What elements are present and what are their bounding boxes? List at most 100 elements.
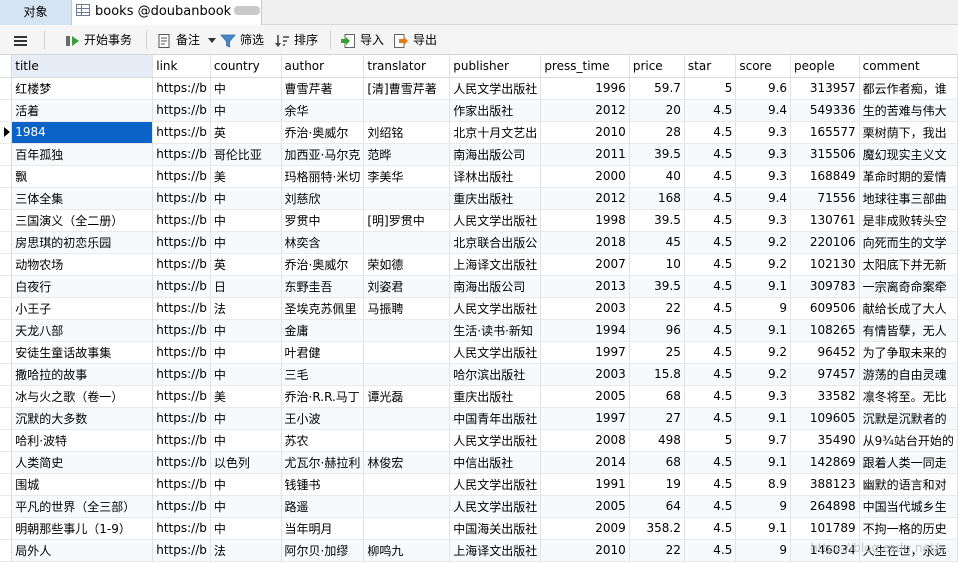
cell-score[interactable]: 9: [735, 495, 792, 518]
cell-publisher[interactable]: 中国青年出版社: [449, 407, 542, 430]
cell-star[interactable]: 4.5: [684, 385, 737, 408]
cell-publisher[interactable]: 中信出版社: [449, 451, 542, 474]
row-marker[interactable]: [0, 319, 13, 342]
cell-comment[interactable]: 从9¾站台开始的: [859, 429, 958, 452]
cell-press_time[interactable]: 2011: [540, 143, 630, 166]
cell-star[interactable]: 4.5: [684, 121, 737, 144]
row-marker[interactable]: [0, 297, 13, 320]
cell-star[interactable]: 4.5: [684, 253, 737, 276]
cell-title[interactable]: 冰与火之歌（卷一）: [11, 385, 154, 408]
cell-link[interactable]: https://b: [152, 363, 211, 386]
cell-link[interactable]: https://b: [152, 407, 211, 430]
cell-translator[interactable]: 刘姿君: [363, 275, 451, 298]
cell-price[interactable]: 25: [629, 341, 685, 364]
column-header[interactable]: people: [790, 55, 860, 78]
cell-star[interactable]: 4.5: [684, 143, 737, 166]
cell-translator[interactable]: [363, 363, 451, 386]
cell-link[interactable]: https://b: [152, 77, 211, 100]
row-marker[interactable]: [0, 209, 13, 232]
cell-score[interactable]: 9.6: [735, 77, 792, 100]
row-marker[interactable]: [0, 473, 13, 496]
cell-author[interactable]: 阿尔贝·加缪: [281, 539, 365, 562]
cell-link[interactable]: https://b: [152, 165, 211, 188]
cell-translator[interactable]: 谭光磊: [363, 385, 451, 408]
column-header[interactable]: star: [684, 55, 737, 78]
cell-price[interactable]: 28: [629, 121, 685, 144]
cell-price[interactable]: 45: [629, 231, 685, 254]
column-header[interactable]: title: [11, 55, 154, 78]
cell-publisher[interactable]: 上海译文出版社: [449, 253, 542, 276]
cell-people[interactable]: 71556: [790, 187, 860, 210]
cell-comment[interactable]: 有情皆孽，无人: [859, 319, 958, 342]
cell-people[interactable]: 165577: [790, 121, 860, 144]
export-button[interactable]: 导出: [393, 25, 437, 55]
table-row[interactable]: 冰与火之歌（卷一） https://b 美乔治·R.R.马丁 谭光磊 重庆出版社 2005…: [0, 385, 958, 408]
cell-people[interactable]: 35490: [790, 429, 860, 452]
cell-link[interactable]: https://b: [152, 275, 211, 298]
cell-score[interactable]: 9.3: [735, 143, 792, 166]
cell-link[interactable]: https://b: [152, 429, 211, 452]
cell-author[interactable]: 乔治·奥威尔: [281, 121, 365, 144]
cell-people[interactable]: 549336: [790, 99, 860, 122]
table-row[interactable]: 活着 https://b 中余华 作家出版社 2012 20 4.5 9.4 549336 生的苦…: [0, 99, 958, 122]
cell-author[interactable]: 余华: [281, 99, 365, 122]
cell-publisher[interactable]: 生活·读书·新知: [449, 319, 542, 342]
cell-star[interactable]: 4.5: [684, 187, 737, 210]
cell-star[interactable]: 4.5: [684, 341, 737, 364]
cell-country[interactable]: 中: [210, 363, 282, 386]
cell-price[interactable]: 15.8: [629, 363, 685, 386]
cell-author[interactable]: 曹雪芹著: [281, 77, 365, 100]
begin-transaction-button[interactable]: 开始事务: [64, 25, 132, 55]
cell-press_time[interactable]: 1997: [540, 341, 630, 364]
cell-link[interactable]: https://b: [152, 385, 211, 408]
cell-country[interactable]: 中: [210, 209, 282, 232]
cell-translator[interactable]: [363, 319, 451, 342]
cell-title[interactable]: 安徒生童话故事集: [11, 341, 154, 364]
cell-comment[interactable]: 跟着人类一同走: [859, 451, 958, 474]
cell-people[interactable]: 97457: [790, 363, 860, 386]
cell-link[interactable]: https://b: [152, 99, 211, 122]
table-row[interactable]: 围城 https://b 中钱锺书 人民文学出版社 1991 19 4.5 8.9 388123…: [0, 473, 958, 496]
cell-country[interactable]: 法: [210, 297, 282, 320]
cell-score[interactable]: 9.3: [735, 385, 792, 408]
cell-price[interactable]: 40: [629, 165, 685, 188]
cell-title[interactable]: 明朝那些事儿（1-9）: [11, 517, 154, 540]
cell-publisher[interactable]: 上海译文出版社: [449, 539, 542, 562]
cell-score[interactable]: 9.2: [735, 231, 792, 254]
cell-publisher[interactable]: 哈尔滨出版社: [449, 363, 542, 386]
cell-translator[interactable]: [明]罗贯中: [363, 209, 451, 232]
cell-author[interactable]: 王小波: [281, 407, 365, 430]
cell-author[interactable]: 当年明月: [281, 517, 365, 540]
cell-publisher[interactable]: 人民文学出版社: [449, 341, 542, 364]
cell-translator[interactable]: 林俊宏: [363, 451, 451, 474]
cell-translator[interactable]: [363, 495, 451, 518]
cell-press_time[interactable]: 1996: [540, 77, 630, 100]
cell-translator[interactable]: [363, 407, 451, 430]
column-header[interactable]: link: [152, 55, 211, 78]
cell-score[interactable]: 9.3: [735, 165, 792, 188]
cell-comment[interactable]: 一宗离奇命案牵: [859, 275, 958, 298]
cell-price[interactable]: 96: [629, 319, 685, 342]
cell-country[interactable]: 中: [210, 99, 282, 122]
cell-translator[interactable]: [363, 187, 451, 210]
cell-publisher[interactable]: 译林出版社: [449, 165, 542, 188]
cell-translator[interactable]: [清]曹雪芹著: [363, 77, 451, 100]
cell-price[interactable]: 10: [629, 253, 685, 276]
row-marker[interactable]: [0, 187, 13, 210]
cell-comment[interactable]: 都云作者痴，谁: [859, 77, 958, 100]
cell-link[interactable]: https://b: [152, 121, 211, 144]
cell-publisher[interactable]: 人民文学出版社: [449, 495, 542, 518]
column-header[interactable]: price: [629, 55, 685, 78]
cell-people[interactable]: 264898: [790, 495, 860, 518]
cell-press_time[interactable]: 2007: [540, 253, 630, 276]
cell-author[interactable]: 乔治·R.R.马丁: [281, 385, 365, 408]
cell-translator[interactable]: [363, 231, 451, 254]
cell-people[interactable]: 108265: [790, 319, 860, 342]
cell-title[interactable]: 撒哈拉的故事: [11, 363, 154, 386]
cell-translator[interactable]: [363, 473, 451, 496]
cell-score[interactable]: 9: [735, 539, 792, 562]
cell-link[interactable]: https://b: [152, 187, 211, 210]
cell-price[interactable]: 20: [629, 99, 685, 122]
cell-title[interactable]: 天龙八部: [11, 319, 154, 342]
cell-comment[interactable]: 魔幻现实主义文: [859, 143, 958, 166]
